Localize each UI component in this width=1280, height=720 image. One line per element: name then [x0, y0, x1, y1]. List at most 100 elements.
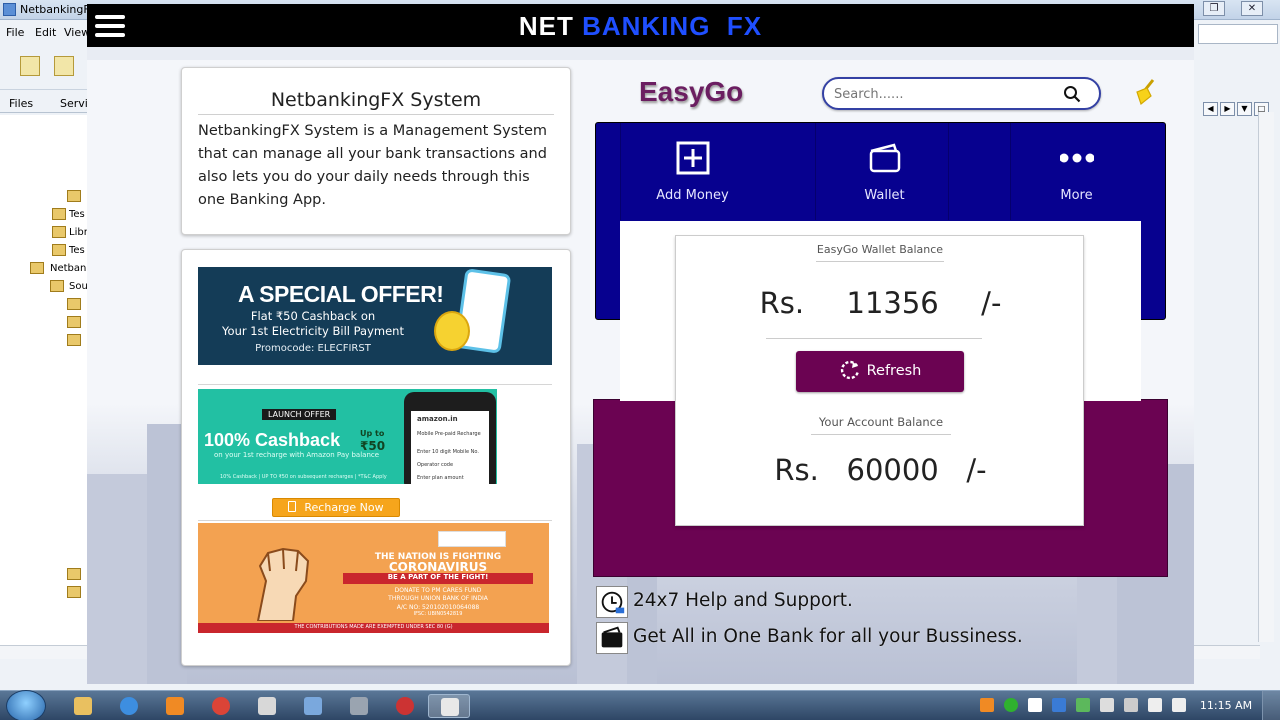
- account-balance-label: Your Account Balance: [811, 415, 951, 435]
- easygo-logo: EasyGo: [639, 76, 744, 107]
- more-action[interactable]: More: [980, 123, 1173, 220]
- chevron-down-icon[interactable]: ▼: [1237, 102, 1252, 116]
- banner-ifsc: IFSC: UBIN0542819: [413, 611, 463, 617]
- tree-item-label: Sou: [69, 281, 88, 292]
- ide-window-title: NetbankingF: [20, 3, 90, 16]
- banner-promocode: Promocode: ELECFIRST: [255, 343, 371, 354]
- new-file-icon[interactable]: [54, 56, 74, 76]
- show-desktop-button[interactable]: [1262, 691, 1280, 720]
- explorer-taskbar-icon[interactable]: [62, 694, 104, 718]
- balance-card: EasyGo Wallet Balance Rs. 11356 /- Refre…: [675, 235, 1084, 526]
- app-title-banking: BANKING: [582, 11, 711, 41]
- tree-item[interactable]: [0, 585, 90, 601]
- battery-icon[interactable]: [1148, 698, 1162, 712]
- tray-icon[interactable]: [1004, 698, 1018, 712]
- divider: [198, 384, 552, 385]
- chrome-taskbar-icon[interactable]: [200, 694, 242, 718]
- ide-quick-search[interactable]: [1198, 24, 1278, 44]
- tab-files[interactable]: Files: [9, 97, 33, 110]
- app-title-fx: FX: [726, 11, 763, 41]
- ide-restore-button[interactable]: ❐: [1203, 1, 1225, 16]
- phone-screen: amazon.in Mobile Pre-paid Recharge Enter…: [411, 411, 489, 484]
- tree-item[interactable]: [0, 333, 90, 349]
- ide-close-button[interactable]: ✕: [1241, 1, 1263, 16]
- banner-text: Flat ₹50 Cashback on: [250, 309, 376, 323]
- tray-icon[interactable]: [1052, 698, 1066, 712]
- tree-item[interactable]: [0, 567, 90, 583]
- media-player-taskbar-icon[interactable]: [154, 694, 196, 718]
- flag-icon[interactable]: [1124, 698, 1138, 712]
- start-button[interactable]: [6, 690, 46, 720]
- scroll-right-icon[interactable]: ▶: [1220, 102, 1235, 116]
- project-icon: [30, 262, 44, 274]
- ide-tabs: Files Servi: [0, 95, 90, 113]
- bulb-illustration: [434, 311, 470, 351]
- search-input[interactable]: [834, 85, 1054, 103]
- wallet-action[interactable]: Wallet: [788, 123, 981, 220]
- app-taskbar-icon[interactable]: [246, 694, 288, 718]
- folder-icon: [52, 226, 66, 238]
- virtualbox-taskbar-icon[interactable]: [292, 694, 334, 718]
- tray-icon[interactable]: [1076, 698, 1090, 712]
- add-money-action[interactable]: Add Money: [596, 123, 789, 220]
- banner-headline: A SPECIAL OFFER!: [238, 281, 444, 307]
- divider: [766, 338, 982, 339]
- search-icon[interactable]: [1063, 85, 1081, 103]
- broom-icon[interactable]: [1131, 78, 1159, 108]
- ide-menu-file[interactable]: File: [6, 26, 24, 39]
- scroll-left-icon[interactable]: ◀: [1203, 102, 1218, 116]
- banner-text: DONATE TO PM CARES FUND: [394, 587, 482, 594]
- phone-screen-text: Operator code: [417, 462, 454, 468]
- offers-card: A SPECIAL OFFER! Flat ₹50 Cashback on Yo…: [181, 249, 571, 666]
- java-taskbar-icon[interactable]: [428, 694, 470, 718]
- volume-icon[interactable]: [1172, 698, 1186, 712]
- banner-tag: LAUNCH OFFER: [262, 409, 337, 420]
- more-label: More: [1060, 188, 1093, 203]
- banner-text: THROUGH UNION BANK OF INDIA: [388, 595, 488, 602]
- ide-menu-edit[interactable]: Edit: [35, 26, 56, 39]
- electricity-offer-banner[interactable]: A SPECIAL OFFER! Flat ₹50 Cashback on Yo…: [198, 267, 552, 365]
- database-taskbar-icon[interactable]: [338, 694, 380, 718]
- refresh-label: Refresh: [866, 363, 922, 379]
- package-icon: [67, 316, 81, 328]
- recorder-taskbar-icon[interactable]: [384, 694, 426, 718]
- amazon-cashback-banner[interactable]: LAUNCH OFFER 100% Cashback Up to ₹50 on …: [198, 389, 497, 484]
- new-project-icon[interactable]: [20, 56, 40, 76]
- pm-cares-banner[interactable]: THE NATION IS FIGHTING CORONAVIRUS BE A …: [198, 523, 549, 633]
- tab-services[interactable]: Servi: [60, 97, 88, 110]
- tray-icon[interactable]: [1028, 698, 1042, 712]
- add-money-label: Add Money: [656, 188, 729, 203]
- app-title: NET BANKING FX: [87, 11, 1194, 42]
- package-icon: [67, 586, 81, 598]
- refresh-icon: [840, 360, 859, 380]
- ide-vertical-scrollbar[interactable]: [1258, 112, 1274, 642]
- info-card-description: NetbankingFX System is a Management Syst…: [198, 123, 547, 208]
- recharge-now-button[interactable]: Recharge Now: [272, 498, 400, 517]
- ide-project-tree: Tes Libr Tes Netbank Sou: [0, 115, 90, 645]
- tree-item[interactable]: Sou: [0, 279, 90, 295]
- wallet-icon: [869, 143, 901, 173]
- ide-toolbar: [0, 46, 90, 90]
- tree-item[interactable]: Tes: [0, 243, 90, 259]
- tree-item[interactable]: [0, 297, 90, 313]
- taskbar-clock[interactable]: 11:15 AM: [1196, 699, 1256, 712]
- more-dots-icon: [1060, 153, 1094, 163]
- ie-taskbar-icon[interactable]: [108, 694, 150, 718]
- banner-text: BE A PART OF THE FIGHT!: [343, 573, 533, 584]
- refresh-button[interactable]: Refresh: [796, 351, 964, 392]
- network-icon[interactable]: [1100, 698, 1114, 712]
- tree-item[interactable]: Libr: [0, 225, 90, 241]
- banner-footer-text: THE CONTRIBUTIONS MADE ARE EXEMPTED UNDE…: [294, 624, 453, 630]
- tree-item[interactable]: Tes: [0, 207, 90, 223]
- package-icon: [67, 298, 81, 310]
- feature-support-text: 24x7 Help and Support.: [633, 590, 853, 611]
- system-info-card: NetbankingFX System NetbankingFX System …: [181, 67, 571, 235]
- tree-item[interactable]: [0, 189, 90, 205]
- tray-icon[interactable]: [980, 698, 994, 712]
- wallet-balance-label: EasyGo Wallet Balance: [816, 243, 944, 262]
- banner-fine-print: 10% Cashback | UP TO ₹50 on subsequent r…: [220, 474, 387, 480]
- tree-item[interactable]: Netbank: [0, 261, 90, 277]
- phone-screen-text: Mobile Pre-paid Recharge: [417, 431, 481, 437]
- tree-item[interactable]: [0, 315, 90, 331]
- divider: [198, 520, 552, 521]
